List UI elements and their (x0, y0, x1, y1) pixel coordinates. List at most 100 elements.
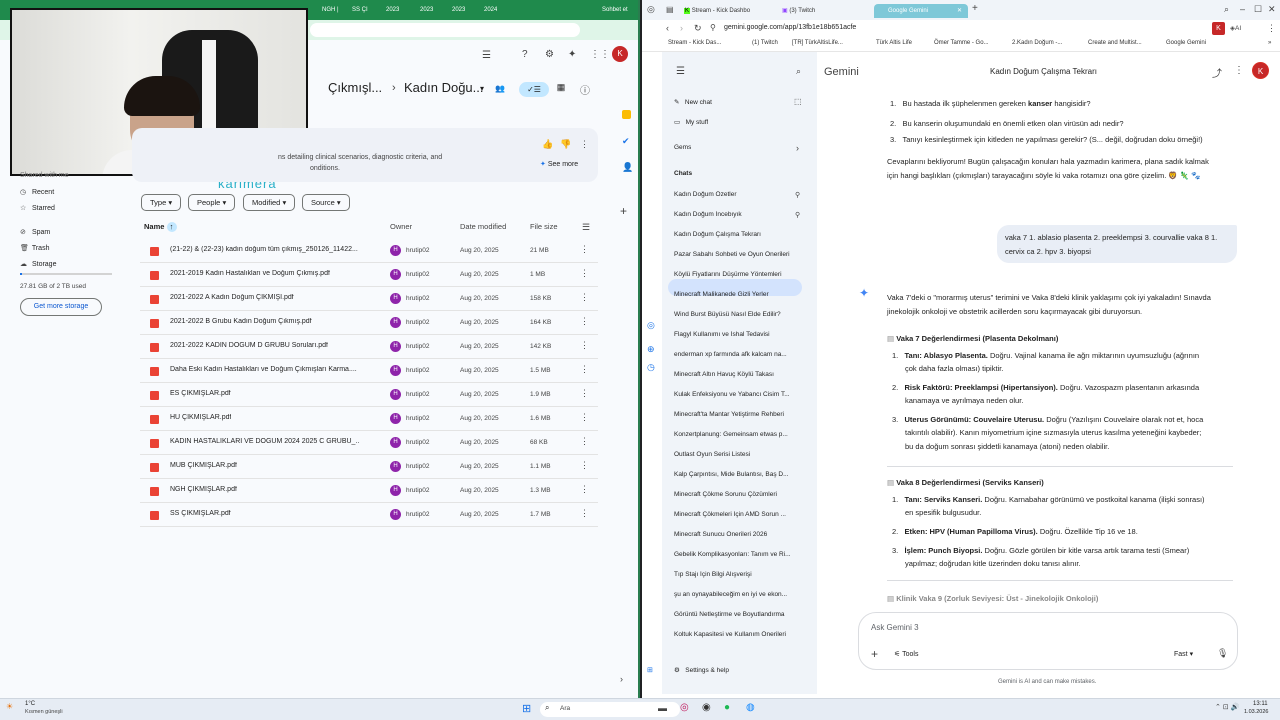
window-search-icon[interactable]: ⌕ (1224, 4, 1229, 15)
filter-type[interactable]: Type ▾ (141, 194, 182, 211)
sidebar-app-icon-2[interactable]: ⊕ (647, 344, 655, 355)
weather-icon[interactable]: ☀ (6, 702, 13, 711)
settings-gear-icon[interactable]: ⚙ (545, 49, 554, 60)
file-row[interactable]: KADIN HASTALIKLARI VE DOĞUM 2024 2025 C … (140, 431, 598, 455)
row-more-icon[interactable]: ⋮ (580, 508, 589, 519)
sort-options-icon[interactable]: ☰ (582, 222, 590, 233)
row-more-icon[interactable]: ⋮ (580, 388, 589, 399)
row-more-icon[interactable]: ⋮ (580, 268, 589, 279)
chat-item[interactable]: Kadın Doğum Özetler (674, 191, 737, 198)
tab-2023-a[interactable]: 2023 (386, 3, 399, 17)
bookmarks-more-icon[interactable]: » (1268, 40, 1271, 46)
share-icon[interactable]: ⤴ (1212, 65, 1222, 80)
tab-gemini[interactable]: Google Gemini ✕ (874, 4, 968, 18)
file-row[interactable]: ES ÇIKMIŞLAR.pdf Hhrutip02 Aug 20, 2025 1.9… (140, 383, 598, 407)
file-name[interactable]: 2021-2022 A Kadın Doğum ÇIKMIŞI.pdf (170, 294, 294, 301)
chat-item[interactable]: Kalp Çarpıntısı, Mide Bulantısı, Baş D..… (674, 471, 789, 478)
column-file-size[interactable]: File size (530, 222, 558, 231)
file-row[interactable]: NGH ÇIKMIŞLAR.pdf Hhrutip02 Aug 20, 2025 1.… (140, 479, 598, 503)
row-more-icon[interactable]: ⋮ (580, 412, 589, 423)
conversation-menu-icon[interactable]: ⋮ (1234, 65, 1244, 76)
opera-icon[interactable]: ◎ (680, 702, 689, 713)
tab-kick[interactable]: K Stream - Kick Dashbo (684, 4, 750, 18)
chat-item[interactable]: Wind Burst Büyüsü Nasıl Elde Edilir? (674, 311, 781, 318)
file-row[interactable]: 2021-2022 KADIN DOĞUM D GRUBU Soruları.p… (140, 335, 598, 359)
filter-icon[interactable]: ☰ (482, 50, 491, 61)
temporary-chat-icon[interactable]: ⬚ (794, 97, 802, 106)
chat-item[interactable]: Köylü Fiyatlarını Düşürme Yöntemleri (674, 271, 782, 278)
filter-source[interactable]: Source ▾ (302, 194, 350, 211)
new-tab-icon[interactable]: + (972, 3, 978, 14)
chat-item[interactable]: Minecraft Çökmeleri İçin AMD Sorun ... (674, 511, 786, 518)
breadcrumb-current[interactable]: Kadın Doğu... (404, 80, 484, 95)
file-name[interactable]: ES ÇIKMIŞLAR.pdf (170, 390, 231, 397)
file-name[interactable]: NGH ÇIKMIŞLAR.pdf (170, 486, 237, 493)
row-more-icon[interactable]: ⋮ (580, 364, 589, 375)
site-info-icon[interactable]: ⚲ (710, 23, 716, 32)
bookmark-kick[interactable]: Stream - Kick Das... (668, 40, 721, 46)
file-row[interactable]: SS ÇIKMIŞLAR.pdf Hhrutip02 Aug 20, 2025 1.7… (140, 503, 598, 527)
folder-menu-caret-icon[interactable]: ▾ (480, 84, 484, 93)
share-folder-icon[interactable]: 👥 (495, 84, 505, 93)
edge-icon[interactable]: ◍ (746, 702, 755, 713)
file-row[interactable]: 2021-2022 B Grubu Kadın Doğum Çıkmış.pdf… (140, 311, 598, 335)
url-field[interactable] (310, 23, 580, 37)
chat-item[interactable]: Minecraft'ta Mantar Yetiştirme Rehberi (674, 411, 784, 418)
column-name[interactable]: Name ↑ (144, 222, 177, 232)
column-date-modified[interactable]: Date modified (460, 222, 506, 231)
bookmark-gemini[interactable]: Google Gemini (1166, 40, 1206, 46)
sidebar-recent[interactable]: ◷ Recent (20, 188, 54, 196)
clock-time[interactable]: 13:11 (1253, 701, 1268, 707)
minimize-icon[interactable]: – (1240, 4, 1245, 14)
chat-item[interactable]: Minecraft Sunucu Önerileri 2026 (674, 531, 767, 538)
sidebar-app-icon-1[interactable]: ◎ (647, 320, 655, 331)
file-row[interactable]: 2021-2022 A Kadın Doğum ÇIKMIŞI.pdf Hhrut… (140, 287, 598, 311)
chat-item[interactable]: Kadın Doğum İncebıyık (674, 211, 742, 218)
chat-item[interactable]: Tıp Stajı İçin Bilgi Alışverişi (674, 571, 752, 578)
bookmark-kadin-dogum[interactable]: 2.Kadın Doğum -... (1012, 40, 1062, 46)
banner-more-icon[interactable]: ⋮ (580, 139, 589, 150)
settings-help-button[interactable]: ⚙ Settings & help (674, 666, 729, 674)
browser-menu-icon[interactable]: ⋮ (1267, 23, 1276, 34)
thumbs-up-icon[interactable]: 👍 (542, 139, 553, 150)
tab-2023-c[interactable]: 2023 (452, 3, 465, 17)
spotify-icon[interactable]: ● (724, 702, 730, 713)
profile-icon[interactable]: ◎ (647, 4, 655, 15)
keep-icon[interactable] (622, 110, 631, 119)
row-more-icon[interactable]: ⋮ (580, 460, 589, 471)
add-addon-icon[interactable]: + (620, 204, 627, 218)
chat-item[interactable]: Kulak Enfeksiyonu ve Yabancı Cisim T... (674, 391, 790, 398)
row-more-icon[interactable]: ⋮ (580, 484, 589, 495)
file-name[interactable]: 2021-2022 KADIN DOĞUM D GRUBU Soruları.p… (170, 342, 328, 349)
tab-2024[interactable]: 2024 (484, 3, 497, 17)
tab-twitch[interactable]: ▣ (3) Twitch (782, 4, 815, 18)
file-row[interactable]: (21-22) & (22-23) kadın doğum tüm çıkmış… (140, 239, 598, 263)
chat-item[interactable]: Kadın Doğum Çalışma Tekrarı (674, 231, 761, 238)
file-name[interactable]: MUB ÇIKMIŞLAR.pdf (170, 462, 237, 469)
file-row[interactable]: Daha Eski Kadın Hastalıkları ve Doğum Çı… (140, 359, 598, 383)
new-chat-button[interactable]: ✎ New chat (674, 98, 712, 106)
sidebar-trash[interactable]: 🗑 Trash (20, 244, 49, 252)
back-icon[interactable]: ‹ (666, 23, 669, 33)
row-more-icon[interactable]: ⋮ (580, 316, 589, 327)
tools-button[interactable]: ⚟ Tools (894, 650, 918, 658)
chat-item[interactable]: Outlast Oyun Serisi Listesi (674, 451, 750, 458)
gems-chevron-icon[interactable]: › (796, 143, 799, 153)
sidebar-storage[interactable]: ☁ Storage (20, 260, 56, 268)
chat-item[interactable]: Gebelik Komplikasyonları: Tanım ve Ri... (674, 551, 791, 558)
file-name[interactable]: KADIN HASTALIKLARI VE DOĞUM 2024 2025 C … (170, 438, 360, 445)
profile-avatar[interactable]: K (1212, 22, 1225, 35)
start-windows-icon[interactable]: ⊞ (522, 702, 531, 715)
file-row[interactable]: MUB ÇIKMIŞLAR.pdf Hhrutip02 Aug 20, 2025 1.… (140, 455, 598, 479)
sort-arrow-up-icon[interactable]: ↑ (166, 222, 177, 232)
file-name[interactable]: 2021-2022 B Grubu Kadın Doğum Çıkmış.pdf (170, 318, 312, 325)
info-icon[interactable]: ⓘ (580, 82, 590, 97)
file-name[interactable]: SS ÇIKMIŞLAR.pdf (170, 510, 231, 517)
get-more-storage-button[interactable]: Get more storage (20, 298, 102, 316)
filter-modified[interactable]: Modified ▾ (243, 194, 296, 211)
apps-grid-icon[interactable]: ⋮⋮ (590, 49, 610, 60)
sidebar-app-icon-4[interactable]: ⊞ (647, 666, 653, 674)
tasks-icon[interactable]: ✔ (622, 136, 630, 147)
row-more-icon[interactable]: ⋮ (580, 436, 589, 447)
app-icon[interactable]: ◉ (702, 702, 711, 713)
